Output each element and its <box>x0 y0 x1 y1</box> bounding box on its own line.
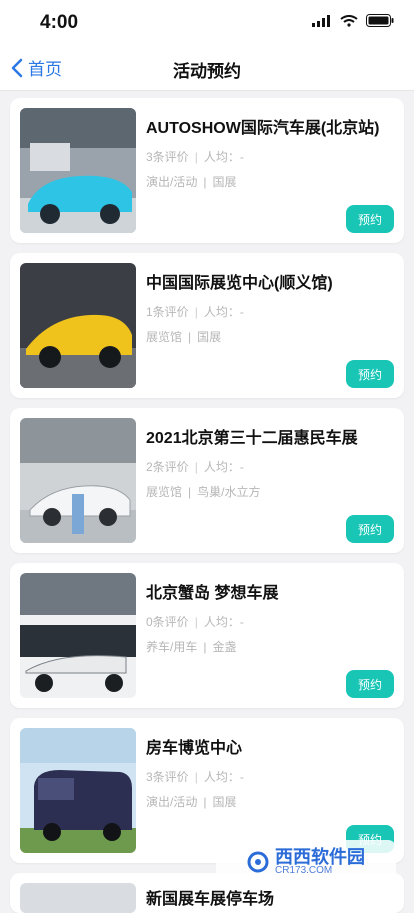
event-meta: 3条评价 | 人均：- <box>146 148 394 165</box>
divider: | <box>203 639 207 654</box>
divider: | <box>194 614 198 629</box>
event-area: 国展 <box>212 175 237 189</box>
event-area: 国展 <box>197 330 222 344</box>
event-thumbnail <box>20 108 136 233</box>
event-name: 北京蟹岛 梦想车展 <box>146 585 279 602</box>
event-category: 养车/用车 <box>146 640 198 654</box>
event-area: 鸟巢/水立方 <box>197 485 261 499</box>
avg-price: 人均：- <box>203 770 244 784</box>
watermark-title: 西西软件园 <box>275 847 365 867</box>
review-count: 3条评价 <box>146 150 189 164</box>
event-thumbnail <box>20 883 136 913</box>
avg-price: 人均：- <box>203 305 244 319</box>
status-time: 4:00 <box>40 12 79 33</box>
event-category: 展览馆 <box>146 485 183 499</box>
event-meta: 3条评价 | 人均：- <box>146 768 394 785</box>
event-tags: 养车/用车 | 金盏 <box>146 638 394 655</box>
event-info: 新国展车展停车场 <box>146 883 394 913</box>
divider: | <box>194 304 198 319</box>
book-button[interactable]: 预约 <box>346 515 394 543</box>
event-info: AUTOSHOW国际汽车展(北京站) 3条评价 | 人均：- 演出/活动 | 国… <box>146 108 394 233</box>
event-category: 演出/活动 <box>146 795 198 809</box>
divider: | <box>194 459 198 474</box>
review-count: 1条评价 <box>146 305 189 319</box>
event-info: 北京蟹岛 梦想车展 0条评价 | 人均：- 养车/用车 | 金盏 预约 <box>146 573 394 698</box>
event-card[interactable]: 2021北京第三十二届惠民车展 2条评价 | 人均：- 展览馆 | 鸟巢/水立方… <box>10 408 404 553</box>
event-card[interactable]: 中国国际展览中心(顺义馆) 1条评价 | 人均：- 展览馆 | 国展 预约 <box>10 253 404 398</box>
event-tags: 演出/活动 | 国展 <box>146 793 394 810</box>
review-count: 3条评价 <box>146 770 189 784</box>
event-thumbnail <box>20 573 136 698</box>
nav-bar: 首页 活动预约 <box>0 46 414 91</box>
event-info: 房车博览中心 3条评价 | 人均：- 演出/活动 | 国展 预约 <box>146 728 394 853</box>
event-name: 2021北京第三十二届惠民车展 <box>146 430 358 447</box>
event-area: 金盏 <box>212 640 237 654</box>
status-icons <box>312 14 394 27</box>
avg-price: 人均：- <box>203 460 244 474</box>
event-tags: 展览馆 | 国展 <box>146 328 394 345</box>
avg-price: 人均：- <box>203 150 244 164</box>
logo-icon <box>247 851 269 873</box>
book-button[interactable]: 预约 <box>346 205 394 233</box>
wifi-icon <box>340 14 358 27</box>
divider: | <box>188 329 192 344</box>
book-button[interactable]: 预约 <box>346 670 394 698</box>
event-category: 演出/活动 <box>146 175 198 189</box>
event-name: 中国国际展览中心(顺义馆) <box>146 275 333 292</box>
page-title: 活动预约 <box>173 62 241 81</box>
watermark-subtitle: CR173.COM <box>275 865 333 876</box>
event-category: 展览馆 <box>146 330 183 344</box>
event-card[interactable]: AUTOSHOW国际汽车展(北京站) 3条评价 | 人均：- 演出/活动 | 国… <box>10 98 404 243</box>
signal-icon <box>312 14 330 27</box>
event-info: 2021北京第三十二届惠民车展 2条评价 | 人均：- 展览馆 | 鸟巢/水立方… <box>146 418 394 543</box>
divider: | <box>194 149 198 164</box>
event-info: 中国国际展览中心(顺义馆) 1条评价 | 人均：- 展览馆 | 国展 预约 <box>146 263 394 388</box>
watermark: 西西软件园 CR173.COM <box>216 840 396 884</box>
battery-icon <box>366 14 394 27</box>
divider: | <box>203 174 207 189</box>
event-thumbnail <box>20 728 136 853</box>
divider: | <box>194 769 198 784</box>
book-button[interactable]: 预约 <box>346 360 394 388</box>
avg-price: 人均：- <box>203 615 244 629</box>
divider: | <box>203 794 207 809</box>
review-count: 0条评价 <box>146 615 189 629</box>
event-thumbnail <box>20 263 136 388</box>
event-meta: 2条评价 | 人均：- <box>146 458 394 475</box>
event-tags: 演出/活动 | 国展 <box>146 173 394 190</box>
divider: | <box>188 484 192 499</box>
event-tags: 展览馆 | 鸟巢/水立方 <box>146 483 394 500</box>
event-meta: 0条评价 | 人均：- <box>146 613 394 630</box>
event-meta: 1条评价 | 人均：- <box>146 303 394 320</box>
review-count: 2条评价 <box>146 460 189 474</box>
event-name: 新国展车展停车场 <box>146 891 275 908</box>
event-thumbnail <box>20 418 136 543</box>
event-area: 国展 <box>212 795 237 809</box>
status-bar: 4:00 <box>0 0 414 46</box>
event-list: AUTOSHOW国际汽车展(北京站) 3条评价 | 人均：- 演出/活动 | 国… <box>10 98 404 913</box>
event-name: 房车博览中心 <box>146 740 243 757</box>
event-name: AUTOSHOW国际汽车展(北京站) <box>146 120 380 137</box>
event-card[interactable]: 北京蟹岛 梦想车展 0条评价 | 人均：- 养车/用车 | 金盏 预约 <box>10 563 404 708</box>
